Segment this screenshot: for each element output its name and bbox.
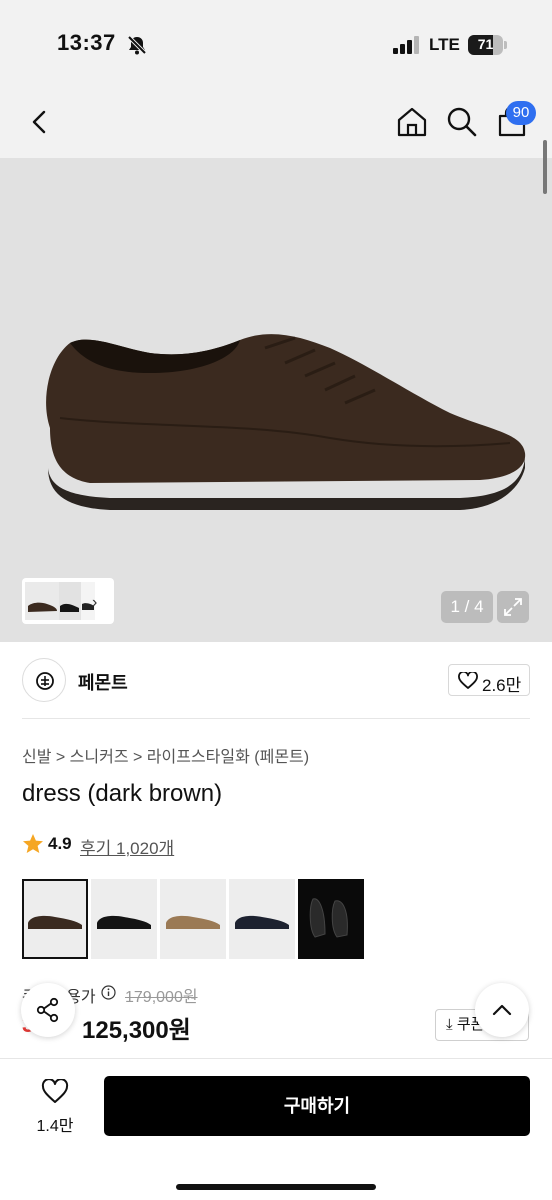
download-icon: ⤓ bbox=[446, 1016, 453, 1033]
expand-icon[interactable] bbox=[497, 591, 529, 623]
search-icon[interactable] bbox=[444, 104, 480, 140]
home-indicator bbox=[176, 1184, 376, 1190]
thumbnail-2[interactable] bbox=[59, 582, 81, 620]
share-icon bbox=[36, 997, 59, 1023]
heart-icon bbox=[41, 1079, 69, 1103]
scrollbar[interactable] bbox=[543, 140, 547, 194]
brand-like-count: 2.6만 bbox=[482, 676, 522, 695]
info-icon[interactable] bbox=[101, 985, 116, 1000]
back-icon[interactable] bbox=[22, 104, 58, 140]
review-link[interactable]: 후기 1,020개 bbox=[80, 834, 174, 859]
variant-dark-brown[interactable] bbox=[22, 879, 88, 959]
chevron-up-icon bbox=[492, 1004, 512, 1016]
variant-navy-black[interactable] bbox=[229, 879, 295, 959]
wishlist-count: 1.4만 bbox=[36, 1118, 74, 1135]
share-button[interactable] bbox=[21, 983, 75, 1037]
variant-black[interactable] bbox=[91, 879, 157, 959]
scroll-top-button[interactable] bbox=[475, 983, 529, 1037]
brand-like-button[interactable]: 2.6만 bbox=[448, 664, 530, 696]
cart-badge: 90 bbox=[506, 101, 536, 125]
brand-logo[interactable] bbox=[22, 658, 66, 702]
variant-black-leather[interactable] bbox=[298, 879, 364, 959]
star-icon bbox=[23, 834, 43, 853]
sale-price: 125,300원 bbox=[82, 1017, 191, 1044]
battery-icon: 71 bbox=[468, 35, 508, 55]
brand-name[interactable]: 페몬트 bbox=[78, 669, 128, 695]
chevron-right-icon[interactable]: › bbox=[92, 594, 97, 612]
divider bbox=[22, 718, 530, 719]
thumbnail-1[interactable] bbox=[25, 582, 59, 620]
variant-tan[interactable] bbox=[160, 879, 226, 959]
bell-off-icon bbox=[127, 35, 147, 55]
rating-score: 4.9 bbox=[48, 834, 72, 853]
network-label: LTE bbox=[429, 35, 460, 54]
product-image-gallery[interactable] bbox=[0, 158, 552, 642]
nav-header bbox=[0, 88, 552, 158]
status-bar: 13:37 LTE 71 bbox=[0, 0, 552, 88]
product-title: dress (dark brown) bbox=[22, 780, 223, 807]
status-time: 13:37 bbox=[57, 30, 116, 55]
product-image bbox=[46, 334, 526, 510]
thumbnail-strip[interactable] bbox=[22, 578, 114, 624]
heart-icon bbox=[458, 672, 478, 689]
buy-button[interactable]: 구매하기 bbox=[104, 1076, 530, 1136]
original-price: 179,000원 bbox=[125, 989, 198, 1006]
wishlist-button[interactable]: 1.4만 bbox=[26, 1077, 84, 1137]
gallery-counter: 1 / 4 bbox=[441, 591, 493, 623]
signal-icon bbox=[393, 36, 419, 54]
battery-level: 71 bbox=[477, 36, 494, 52]
breadcrumb[interactable]: 신발 > 스니커즈 > 라이프스타일화 (페몬트) bbox=[22, 743, 309, 767]
home-icon[interactable] bbox=[394, 104, 430, 140]
